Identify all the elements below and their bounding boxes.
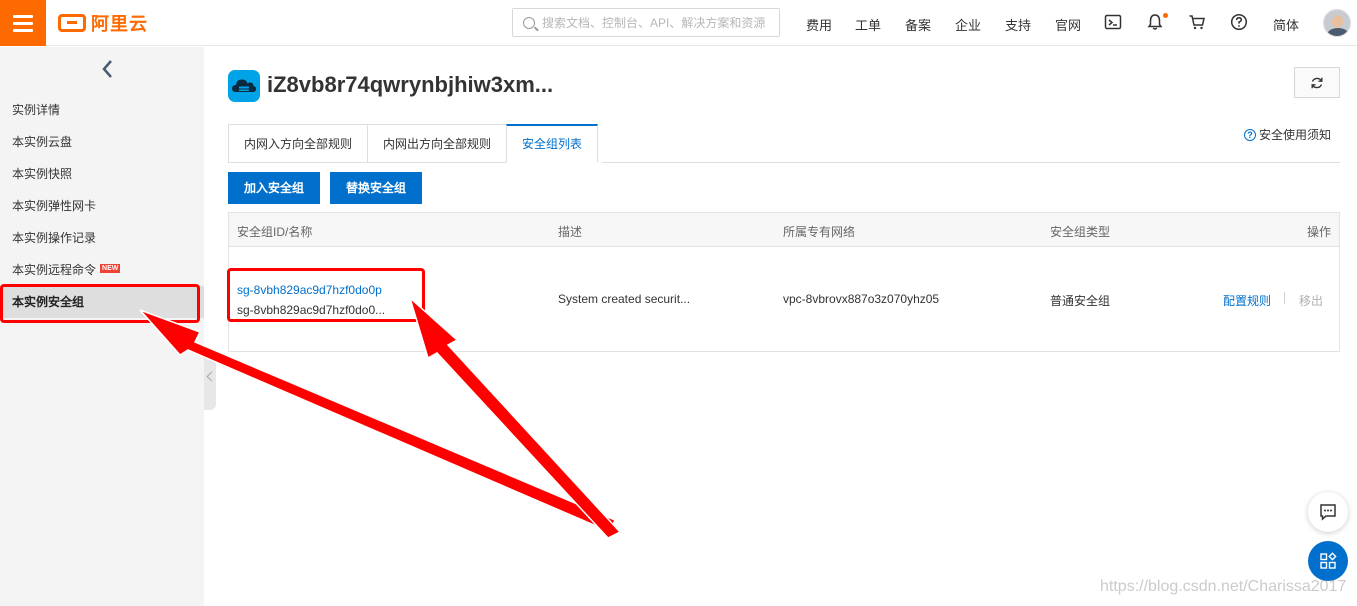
configure-rules-link[interactable]: 配置规则 [1223,292,1271,309]
search-box[interactable] [512,8,780,37]
tab-security-group-list[interactable]: 安全组列表 [506,124,599,163]
avatar-body [1327,28,1349,36]
chat-button[interactable] [1308,492,1348,532]
bell-icon[interactable] [1146,13,1164,31]
chat-bubble-icon [1320,504,1336,521]
refresh-icon [1311,77,1323,88]
page-title: iZ8vb8r74qwrynbjhiw3xm... [267,72,554,97]
question-circle-icon: ? [1244,128,1256,141]
apps-grid-icon [1320,552,1337,569]
avatar-head [1332,15,1343,28]
annotation-highlight-sidebar [0,284,200,323]
notification-dot [1163,13,1168,18]
tab-outbound-rules[interactable]: 内网出方向全部规则 [367,124,507,163]
sidebar-item-label: 本实例快照 [12,167,73,181]
apps-button[interactable] [1308,541,1348,581]
help-icon[interactable] [1230,13,1248,31]
sidebar-item-operation-logs[interactable]: 本实例操作记录 [0,222,204,254]
search-icon [523,16,535,29]
col-header-description: 描述 [558,225,583,239]
security-group-vpc: vpc-8vbrovx887o3z070yhz05 [783,292,940,306]
sidebar-item-label: 本实例操作记录 [12,231,97,245]
col-header-vpc: 所属专有网络 [783,225,856,239]
sidebar: 实例详情 本实例云盘 本实例快照 本实例弹性网卡 本实例操作记录 本实例远程命令… [0,47,204,606]
security-group-type: 普通安全组 [1050,294,1111,308]
sidebar-item-eni[interactable]: 本实例弹性网卡 [0,190,204,222]
nav-tickets[interactable]: 工单 [855,15,881,34]
sidebar-item-instance-details[interactable]: 实例详情 [0,94,204,126]
nav-support[interactable]: 支持 [1005,15,1031,34]
aliyun-logo[interactable]: 阿里云 [58,11,148,35]
new-badge: NEW [100,264,121,273]
col-header-actions: 操作 [1307,225,1332,239]
language-switch[interactable]: 简体 [1273,15,1299,34]
sidebar-item-label: 本实例弹性网卡 [12,199,97,213]
nav-enterprise[interactable]: 企业 [955,15,981,34]
action-separator [1284,292,1285,304]
cloud-server-icon [232,79,256,92]
col-header-type: 安全组类型 [1050,225,1111,239]
annotation-highlight-security-group [227,268,425,322]
nav-fees[interactable]: 费用 [806,15,832,34]
security-notice-link[interactable]: ? 安全使用须知 [1244,126,1331,143]
sidebar-item-label: 本实例云盘 [12,135,73,149]
nav-official-site[interactable]: 官网 [1055,15,1081,34]
cart-icon[interactable] [1188,13,1206,31]
top-bar: 阿里云 费用 工单 备案 企业 支持 官网 简体 [0,0,1357,46]
tab-inbound-rules[interactable]: 内网入方向全部规则 [228,124,368,163]
tab-divider [602,162,1340,163]
sidebar-item-snapshots[interactable]: 本实例快照 [0,158,204,190]
terminal-icon[interactable] [1104,13,1122,31]
table-header: 安全组ID/名称 描述 所属专有网络 安全组类型 操作 [229,213,1339,247]
instance-cloud-icon [228,70,260,102]
join-security-group-button[interactable]: 加入安全组 [228,172,321,204]
logo-text: 阿里云 [91,14,148,34]
col-header-id-name: 安全组ID/名称 [237,225,313,239]
refresh-button[interactable] [1294,67,1340,98]
sidebar-item-disks[interactable]: 本实例云盘 [0,126,204,158]
menu-icon[interactable] [0,0,46,46]
watermark-text: https://blog.csdn.net/Charissa2017 [1100,578,1347,595]
security-notice-label: 安全使用须知 [1259,128,1332,142]
sidebar-item-label: 实例详情 [12,103,61,117]
logo-mark-icon [58,14,86,32]
security-group-description: System created securit... [558,292,691,306]
back-arrow-icon[interactable] [98,59,118,79]
sidebar-collapse-handle[interactable] [204,348,216,410]
tab-bar: 内网入方向全部规则 内网出方向全部规则 安全组列表 [228,124,599,163]
nav-icp[interactable]: 备案 [905,15,931,34]
sidebar-item-label: 本实例远程命令 [12,263,97,277]
remove-link[interactable]: 移出 [1299,292,1323,309]
sidebar-item-remote-commands[interactable]: 本实例远程命令 NEW [0,254,204,286]
search-input[interactable] [542,15,772,30]
avatar[interactable] [1323,9,1351,37]
replace-security-group-button[interactable]: 替换安全组 [330,172,423,204]
